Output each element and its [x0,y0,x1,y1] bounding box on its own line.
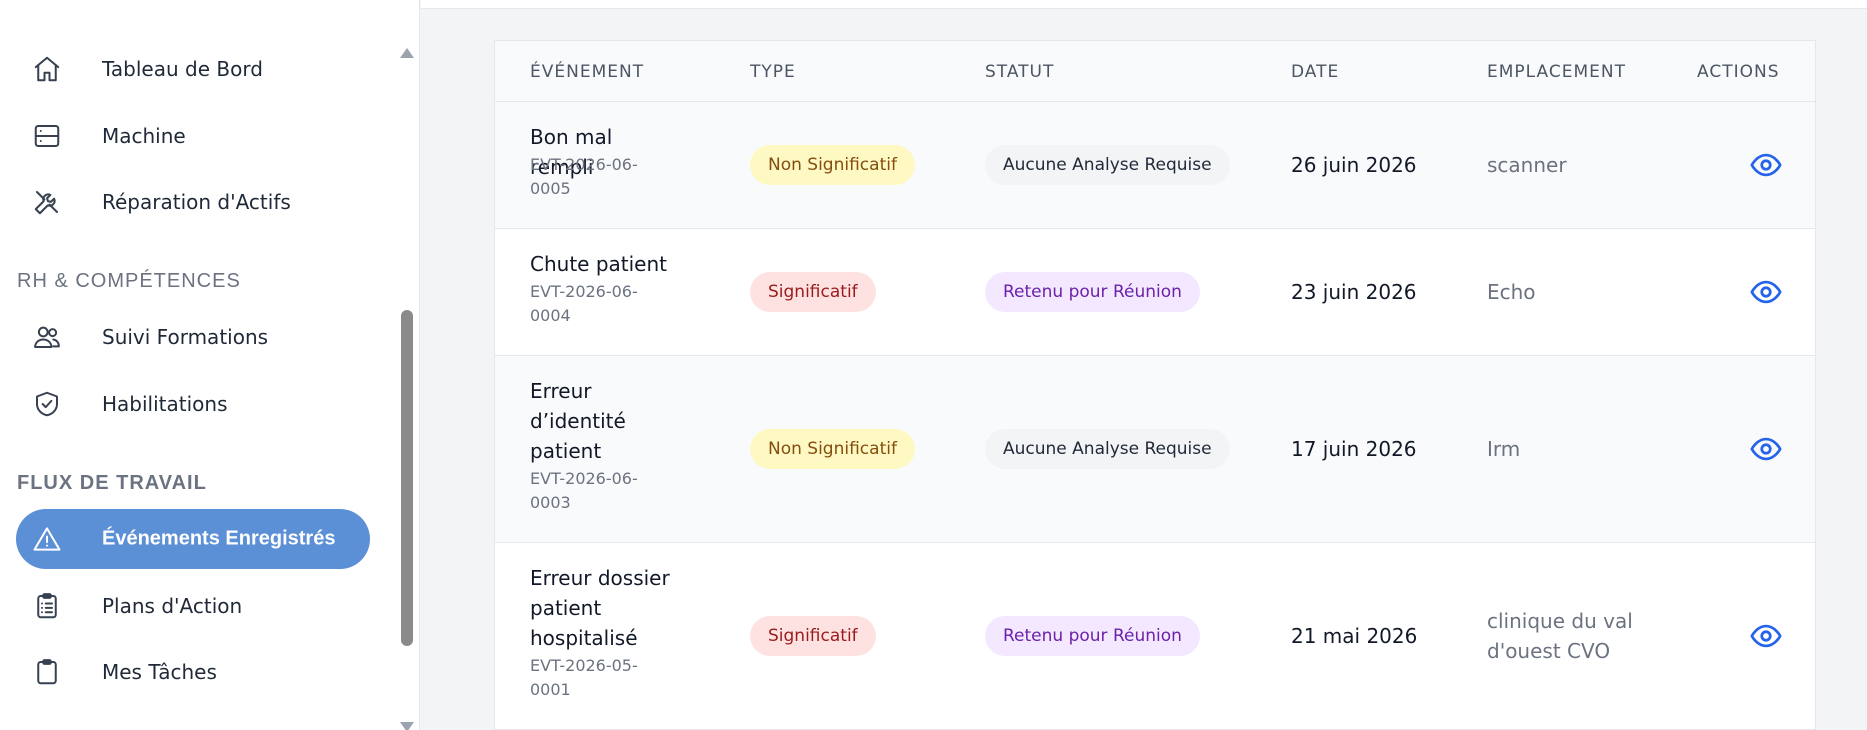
type-badge: Non Significatif [750,429,915,469]
sidebar: Tableau de Bord Machine Réparation d'Act… [0,0,420,730]
sidebar-item-suivi-formations[interactable]: Suivi Formations [16,307,370,367]
table-row[interactable]: Chute patient EVT-2026-06-0004 Significa… [495,229,1815,356]
type-badge: Significatif [750,616,876,656]
event-date: 21 mai 2026 [1291,624,1418,648]
status-badge: Retenu pour Réunion [985,616,1200,656]
eye-icon[interactable] [1749,619,1783,653]
event-location: scanner [1487,153,1567,177]
sidebar-item-plans-action[interactable]: Plans d'Action [16,576,370,636]
section-title-rh: RH & COMPÉTENCES [17,270,241,292]
shield-check-icon [30,387,64,421]
sidebar-item-label: Tableau de Bord [102,57,263,81]
event-date: 23 juin 2026 [1291,280,1417,304]
sidebar-scrollbar-thumb[interactable] [401,310,413,646]
sidebar-item-evenements-enregistres[interactable]: Événements Enregistrés [16,509,370,569]
event-code: EVT-2026-06-0003 [530,469,638,512]
eye-icon[interactable] [1749,275,1783,309]
column-header-actions: ACTIONS [1697,62,1780,82]
event-location: Irm [1487,437,1521,461]
table-row[interactable]: Erreur d’identité patient EVT-2026-06-00… [495,356,1815,543]
eye-icon[interactable] [1749,432,1783,466]
clipboard-list-icon [30,589,64,623]
sidebar-item-label: Machine [102,124,186,148]
table-header: ÉVÉNEMENT TYPE STATUT DATE EMPLACEMENT A… [495,41,1815,102]
sidebar-item-reparation-actifs[interactable]: Réparation d'Actifs [16,172,370,232]
column-header-evenement[interactable]: ÉVÉNEMENT [530,62,644,82]
scroll-down-arrow[interactable] [400,722,414,730]
table-row[interactable]: Bon mal rempli EVT-2026-06-0005 Non Sign… [495,102,1815,229]
sidebar-item-label: Plans d'Action [102,594,243,618]
status-badge: Retenu pour Réunion [985,272,1200,312]
event-date: 17 juin 2026 [1291,437,1417,461]
top-bar [421,0,1867,9]
sidebar-item-label: Réparation d'Actifs [102,190,291,214]
column-header-statut[interactable]: STATUT [985,62,1054,82]
home-icon [30,52,64,86]
server-icon [30,119,64,153]
event-title: Erreur dossier patient hospitalisé [530,566,670,650]
sidebar-item-label: Mes Tâches [102,660,217,684]
event-title: Chute patient [530,252,667,276]
sidebar-item-label: Suivi Formations [102,325,269,349]
event-code: EVT-2026-05-0001 [530,656,638,699]
table-row[interactable]: Erreur dossier patient hospitalisé EVT-2… [495,543,1815,730]
app-root: Tableau de Bord Machine Réparation d'Act… [0,0,1867,730]
clipboard-icon [30,655,64,689]
event-code: EVT-2026-06-0004 [530,282,638,325]
eye-icon[interactable] [1749,148,1783,182]
event-title: Erreur d’identité patient [530,379,626,463]
sidebar-item-label: Habilitations [102,392,228,416]
warning-icon [30,522,64,556]
status-badge: Aucune Analyse Requise [985,429,1230,469]
column-header-date[interactable]: DATE [1291,62,1339,82]
event-location: Echo [1487,280,1536,304]
sidebar-item-tableau-de-bord[interactable]: Tableau de Bord [16,39,370,99]
sidebar-item-machine[interactable]: Machine [16,106,370,166]
event-date: 26 juin 2026 [1291,153,1417,177]
sidebar-item-habilitations[interactable]: Habilitations [16,374,370,434]
column-header-emplacement[interactable]: EMPLACEMENT [1487,62,1626,82]
type-badge: Significatif [750,272,876,312]
sidebar-item-mes-taches[interactable]: Mes Tâches [16,642,370,702]
sidebar-item-label: Événements Enregistrés [102,527,336,550]
events-table: ÉVÉNEMENT TYPE STATUT DATE EMPLACEMENT A… [494,40,1816,730]
event-location: clinique du val d'ouest CVO [1487,609,1633,663]
section-title-flux: FLUX DE TRAVAIL [17,472,207,494]
event-code: EVT-2026-06-0005 [530,155,638,198]
status-badge: Aucune Analyse Requise [985,145,1230,185]
type-badge: Non Significatif [750,145,915,185]
users-icon [30,320,64,354]
column-header-type[interactable]: TYPE [750,62,796,82]
scroll-up-arrow[interactable] [400,48,414,58]
tools-icon [30,185,64,219]
